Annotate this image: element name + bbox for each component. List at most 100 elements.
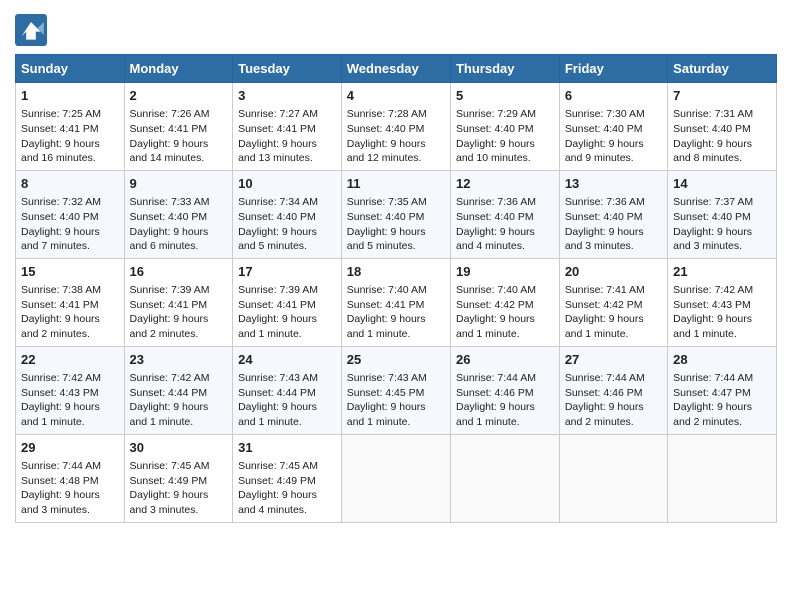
calendar-cell: 12 Sunrise: 7:36 AM Sunset: 4:40 PM Dayl… [450, 170, 559, 258]
logo-icon [15, 14, 47, 46]
sunrise: Sunrise: 7:39 AM [130, 284, 210, 296]
sunset: Sunset: 4:40 PM [238, 211, 316, 223]
sunset: Sunset: 4:49 PM [238, 475, 316, 487]
daylight: Daylight: 9 hours and 12 minutes. [347, 138, 426, 165]
daylight: Daylight: 9 hours and 4 minutes. [238, 489, 317, 516]
day-number: 6 [565, 87, 662, 105]
sunrise: Sunrise: 7:45 AM [130, 460, 210, 472]
calendar-cell: 20 Sunrise: 7:41 AM Sunset: 4:42 PM Dayl… [559, 258, 667, 346]
calendar-week-row: 22 Sunrise: 7:42 AM Sunset: 4:43 PM Dayl… [16, 346, 777, 434]
sunrise: Sunrise: 7:36 AM [456, 196, 536, 208]
calendar-cell: 6 Sunrise: 7:30 AM Sunset: 4:40 PM Dayli… [559, 83, 667, 171]
sunset: Sunset: 4:44 PM [238, 387, 316, 399]
sunrise: Sunrise: 7:39 AM [238, 284, 318, 296]
calendar-cell: 16 Sunrise: 7:39 AM Sunset: 4:41 PM Dayl… [124, 258, 233, 346]
day-number: 27 [565, 351, 662, 369]
sunrise: Sunrise: 7:29 AM [456, 108, 536, 120]
sunrise: Sunrise: 7:44 AM [673, 372, 753, 384]
calendar-day-header: Thursday [450, 55, 559, 83]
calendar-cell: 9 Sunrise: 7:33 AM Sunset: 4:40 PM Dayli… [124, 170, 233, 258]
calendar-week-row: 29 Sunrise: 7:44 AM Sunset: 4:48 PM Dayl… [16, 434, 777, 522]
sunrise: Sunrise: 7:32 AM [21, 196, 101, 208]
sunrise: Sunrise: 7:30 AM [565, 108, 645, 120]
calendar-cell: 21 Sunrise: 7:42 AM Sunset: 4:43 PM Dayl… [668, 258, 777, 346]
day-number: 31 [238, 439, 336, 457]
day-number: 11 [347, 175, 445, 193]
calendar-cell: 29 Sunrise: 7:44 AM Sunset: 4:48 PM Dayl… [16, 434, 125, 522]
daylight: Daylight: 9 hours and 1 minute. [347, 313, 426, 340]
sunrise: Sunrise: 7:43 AM [347, 372, 427, 384]
day-number: 16 [130, 263, 228, 281]
sunset: Sunset: 4:41 PM [238, 123, 316, 135]
day-number: 28 [673, 351, 771, 369]
sunset: Sunset: 4:44 PM [130, 387, 208, 399]
sunset: Sunset: 4:43 PM [21, 387, 99, 399]
day-number: 10 [238, 175, 336, 193]
calendar-cell: 7 Sunrise: 7:31 AM Sunset: 4:40 PM Dayli… [668, 83, 777, 171]
sunrise: Sunrise: 7:42 AM [21, 372, 101, 384]
day-number: 22 [21, 351, 119, 369]
sunrise: Sunrise: 7:45 AM [238, 460, 318, 472]
day-number: 23 [130, 351, 228, 369]
calendar-cell: 10 Sunrise: 7:34 AM Sunset: 4:40 PM Dayl… [233, 170, 342, 258]
day-number: 15 [21, 263, 119, 281]
daylight: Daylight: 9 hours and 1 minute. [456, 401, 535, 428]
daylight: Daylight: 9 hours and 5 minutes. [347, 226, 426, 253]
sunset: Sunset: 4:45 PM [347, 387, 425, 399]
calendar-cell: 4 Sunrise: 7:28 AM Sunset: 4:40 PM Dayli… [341, 83, 450, 171]
day-number: 19 [456, 263, 554, 281]
sunrise: Sunrise: 7:26 AM [130, 108, 210, 120]
daylight: Daylight: 9 hours and 3 minutes. [673, 226, 752, 253]
sunset: Sunset: 4:41 PM [130, 123, 208, 135]
sunset: Sunset: 4:40 PM [347, 123, 425, 135]
daylight: Daylight: 9 hours and 1 minute. [347, 401, 426, 428]
calendar-header-row: SundayMondayTuesdayWednesdayThursdayFrid… [16, 55, 777, 83]
calendar-cell: 15 Sunrise: 7:38 AM Sunset: 4:41 PM Dayl… [16, 258, 125, 346]
calendar-cell: 28 Sunrise: 7:44 AM Sunset: 4:47 PM Dayl… [668, 346, 777, 434]
sunrise: Sunrise: 7:28 AM [347, 108, 427, 120]
calendar-cell: 13 Sunrise: 7:36 AM Sunset: 4:40 PM Dayl… [559, 170, 667, 258]
sunset: Sunset: 4:48 PM [21, 475, 99, 487]
sunset: Sunset: 4:41 PM [347, 299, 425, 311]
day-number: 5 [456, 87, 554, 105]
sunset: Sunset: 4:40 PM [456, 123, 534, 135]
sunrise: Sunrise: 7:34 AM [238, 196, 318, 208]
day-number: 17 [238, 263, 336, 281]
sunrise: Sunrise: 7:37 AM [673, 196, 753, 208]
sunset: Sunset: 4:41 PM [130, 299, 208, 311]
calendar-week-row: 15 Sunrise: 7:38 AM Sunset: 4:41 PM Dayl… [16, 258, 777, 346]
daylight: Daylight: 9 hours and 5 minutes. [238, 226, 317, 253]
calendar-week-row: 8 Sunrise: 7:32 AM Sunset: 4:40 PM Dayli… [16, 170, 777, 258]
calendar-cell: 31 Sunrise: 7:45 AM Sunset: 4:49 PM Dayl… [233, 434, 342, 522]
daylight: Daylight: 9 hours and 3 minutes. [130, 489, 209, 516]
calendar-cell: 30 Sunrise: 7:45 AM Sunset: 4:49 PM Dayl… [124, 434, 233, 522]
calendar-day-header: Monday [124, 55, 233, 83]
calendar-day-header: Tuesday [233, 55, 342, 83]
sunrise: Sunrise: 7:43 AM [238, 372, 318, 384]
calendar-day-header: Friday [559, 55, 667, 83]
calendar: SundayMondayTuesdayWednesdayThursdayFrid… [15, 54, 777, 523]
day-number: 18 [347, 263, 445, 281]
day-number: 13 [565, 175, 662, 193]
calendar-cell: 26 Sunrise: 7:44 AM Sunset: 4:46 PM Dayl… [450, 346, 559, 434]
daylight: Daylight: 9 hours and 7 minutes. [21, 226, 100, 253]
sunset: Sunset: 4:41 PM [21, 123, 99, 135]
sunset: Sunset: 4:41 PM [21, 299, 99, 311]
day-number: 14 [673, 175, 771, 193]
sunset: Sunset: 4:41 PM [238, 299, 316, 311]
daylight: Daylight: 9 hours and 1 minute. [456, 313, 535, 340]
daylight: Daylight: 9 hours and 3 minutes. [21, 489, 100, 516]
sunrise: Sunrise: 7:42 AM [673, 284, 753, 296]
daylight: Daylight: 9 hours and 4 minutes. [456, 226, 535, 253]
sunrise: Sunrise: 7:35 AM [347, 196, 427, 208]
day-number: 9 [130, 175, 228, 193]
sunrise: Sunrise: 7:36 AM [565, 196, 645, 208]
daylight: Daylight: 9 hours and 14 minutes. [130, 138, 209, 165]
sunset: Sunset: 4:40 PM [130, 211, 208, 223]
sunset: Sunset: 4:46 PM [565, 387, 643, 399]
day-number: 20 [565, 263, 662, 281]
calendar-week-row: 1 Sunrise: 7:25 AM Sunset: 4:41 PM Dayli… [16, 83, 777, 171]
day-number: 21 [673, 263, 771, 281]
daylight: Daylight: 9 hours and 1 minute. [673, 313, 752, 340]
sunset: Sunset: 4:43 PM [673, 299, 751, 311]
